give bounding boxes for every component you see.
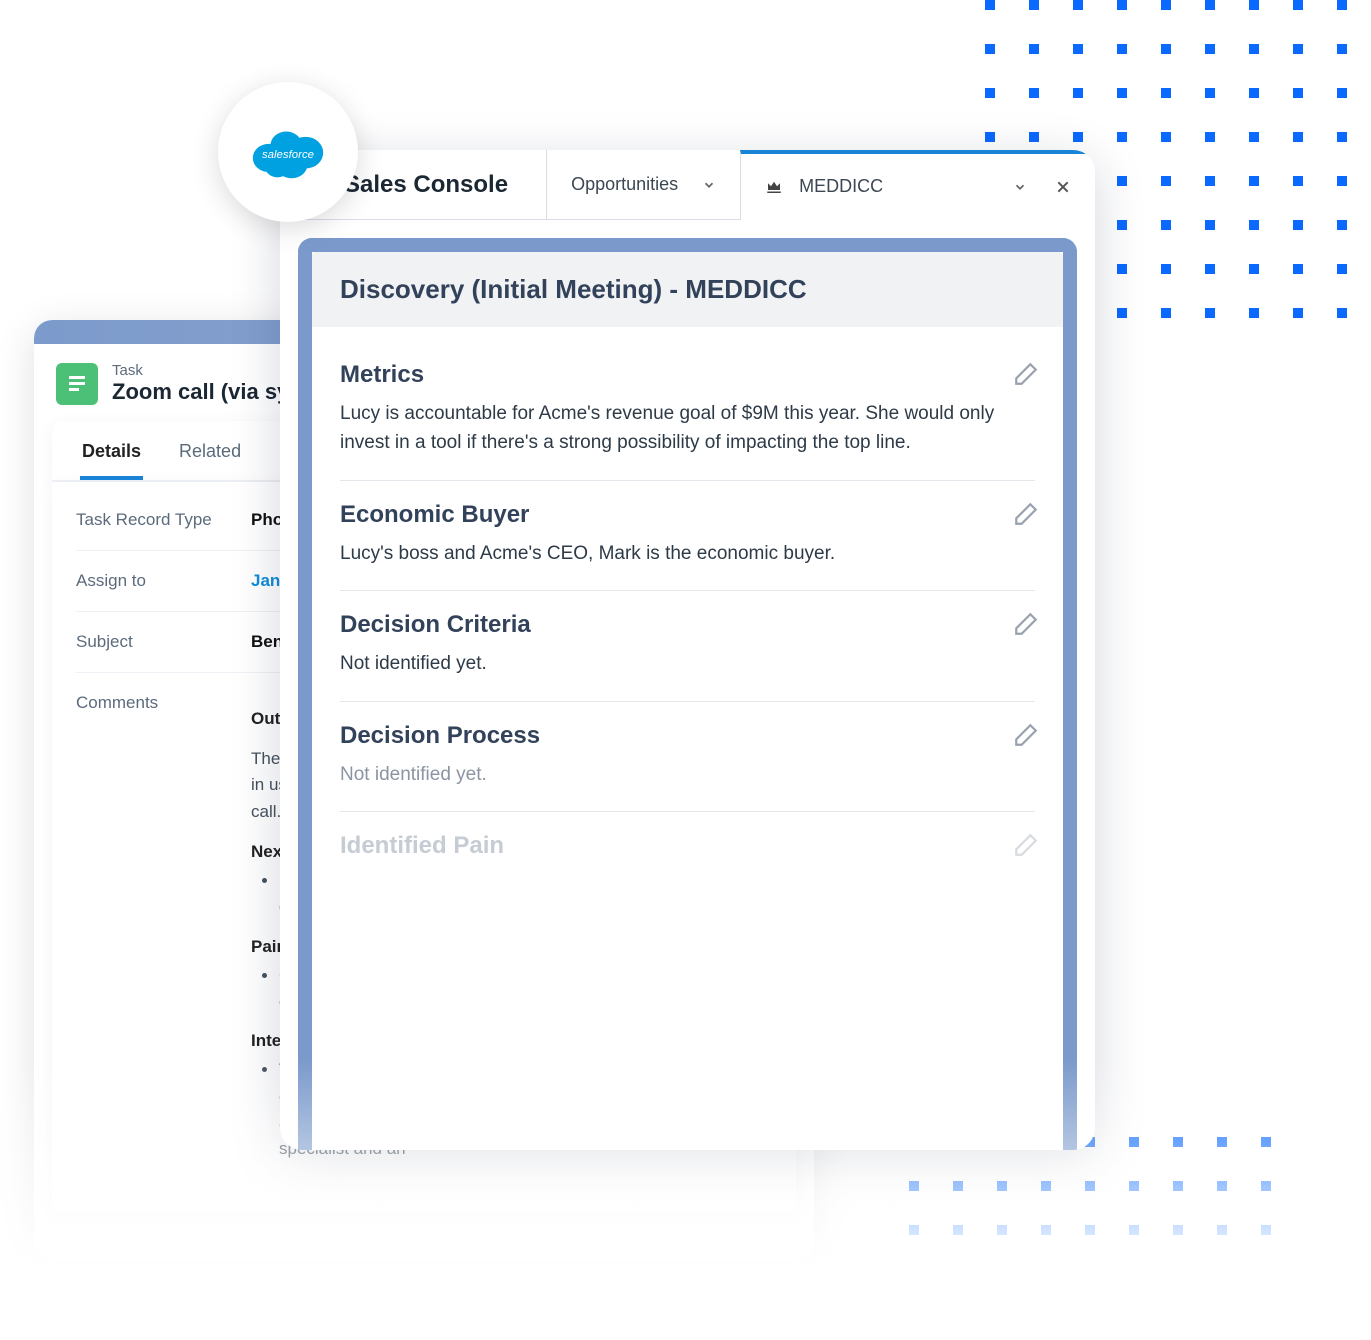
section-title: Decision Process: [340, 722, 1035, 750]
edit-icon[interactable]: [1013, 722, 1039, 748]
close-icon[interactable]: [1055, 179, 1071, 195]
salesforce-logo-text: salesforce: [262, 149, 314, 161]
section-economic-buyer: Economic Buyer Lucy's boss and Acme's CE…: [340, 481, 1035, 591]
section-body: Not identified yet.: [340, 649, 1020, 678]
edit-icon[interactable]: [1013, 361, 1039, 387]
nav-meddicc-tab[interactable]: MEDDICC: [740, 150, 1095, 220]
tab-related[interactable]: Related: [177, 431, 243, 480]
chevron-down-icon: [702, 178, 716, 192]
edit-icon[interactable]: [1013, 501, 1039, 527]
tab-details[interactable]: Details: [80, 431, 143, 480]
decorative-dot-grid-bottom: [909, 1137, 1271, 1235]
nav-meddicc-label: MEDDICC: [799, 176, 883, 197]
section-title: Metrics: [340, 361, 1035, 389]
sales-console-topbar: Sales Console Opportunities MEDDICC: [280, 150, 1095, 220]
comments-label: Comments: [76, 693, 251, 713]
record-type-label: Task Record Type: [76, 510, 251, 530]
section-decision-criteria: Decision Criteria Not identified yet.: [340, 591, 1035, 701]
section-body: Not identified yet.: [340, 760, 1020, 789]
section-decision-process: Decision Process Not identified yet.: [340, 702, 1035, 812]
section-metrics: Metrics Lucy is accountable for Acme's r…: [340, 341, 1035, 481]
section-body: Lucy is accountable for Acme's revenue g…: [340, 399, 1020, 458]
section-body: Lucy's boss and Acme's CEO, Mark is the …: [340, 539, 1020, 568]
page-title: Discovery (Initial Meeting) - MEDDICC: [312, 252, 1063, 327]
content-frame: Discovery (Initial Meeting) - MEDDICC Me…: [298, 238, 1077, 1150]
section-title: Identified Pain: [340, 832, 1035, 860]
nav-opportunities[interactable]: Opportunities: [546, 150, 740, 220]
task-icon: [56, 363, 98, 405]
chevron-down-icon[interactable]: [1013, 180, 1027, 194]
subject-value: Ben: [251, 632, 283, 652]
salesforce-logo-badge: salesforce: [218, 82, 358, 222]
sales-console-window: Sales Console Opportunities MEDDICC Disc…: [280, 150, 1095, 1150]
content-fade: [312, 890, 1063, 1150]
section-identified-pain: Identified Pain: [340, 812, 1035, 892]
meddicc-sections: Metrics Lucy is accountable for Acme's r…: [312, 327, 1063, 892]
subject-label: Subject: [76, 632, 251, 652]
edit-icon[interactable]: [1013, 832, 1039, 858]
assign-to-label: Assign to: [76, 571, 251, 591]
section-title: Decision Criteria: [340, 611, 1035, 639]
section-title: Economic Buyer: [340, 501, 1035, 529]
nav-opportunities-label: Opportunities: [571, 174, 678, 195]
console-brand: Sales Console: [344, 171, 546, 199]
crown-icon: [765, 178, 783, 196]
edit-icon[interactable]: [1013, 611, 1039, 637]
salesforce-cloud-icon: salesforce: [244, 121, 332, 183]
